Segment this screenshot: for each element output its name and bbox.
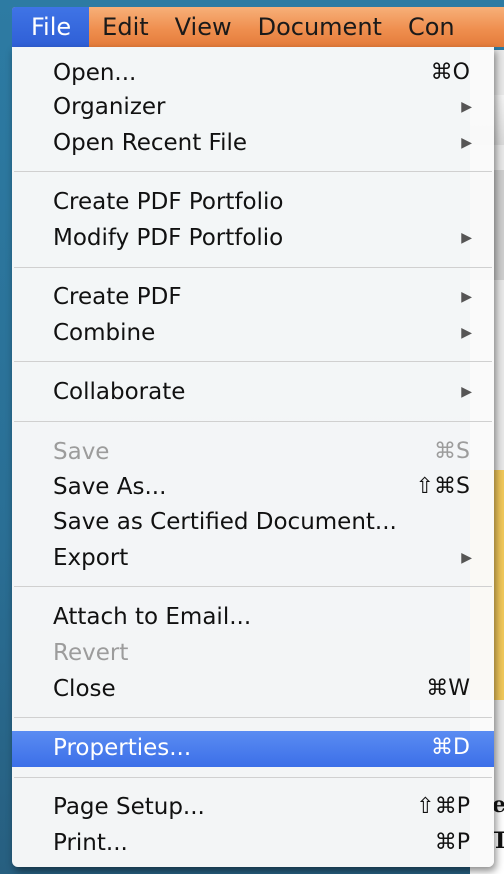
menu-item-save-as[interactable]: Save As... ⇧⌘S (12, 470, 494, 504)
menu-item-label: Attach to Email... (53, 604, 252, 630)
menu-item-label: Page Setup... (53, 794, 205, 820)
submenu-arrow-icon: ▶ (461, 289, 472, 305)
menu-item-label: Open... (53, 60, 137, 86)
shortcut-label: ⌘D (431, 735, 470, 760)
submenu-arrow-icon: ▶ (461, 384, 472, 400)
menu-item-modify-pdf-portfolio[interactable]: Modify PDF Portfolio ▶ (12, 221, 494, 255)
submenu-arrow-icon: ▶ (461, 230, 472, 246)
menu-item-print[interactable]: Print... ⌘P (12, 826, 494, 860)
menu-item-label: Revert (53, 640, 129, 666)
menu-item-open-recent-file[interactable]: Open Recent File ▶ (12, 126, 494, 160)
menu-document[interactable]: Document (245, 7, 395, 47)
submenu-arrow-icon: ▶ (461, 99, 472, 115)
shortcut-label: ⌘P (434, 830, 470, 855)
menu-edit[interactable]: Edit (89, 7, 161, 47)
file-menu-dropdown: Open... ⌘O Organizer ▶ Open Recent File … (12, 47, 494, 867)
menu-item-organizer[interactable]: Organizer ▶ (12, 90, 494, 124)
menu-item-save-as-certified[interactable]: Save as Certified Document... (12, 505, 494, 539)
menu-item-label: Combine (53, 320, 156, 346)
menu-item-page-setup[interactable]: Page Setup... ⇧⌘P (12, 790, 494, 824)
menu-bar: File Edit View Document Con (12, 7, 504, 47)
menu-item-combine[interactable]: Combine ▶ (12, 316, 494, 350)
menu-comments[interactable]: Con (395, 7, 468, 47)
menu-item-revert: Revert (12, 636, 494, 670)
menu-item-label: Collaborate (53, 379, 186, 405)
menu-item-close[interactable]: Close ⌘W (12, 672, 494, 706)
menu-item-label: Close (53, 676, 116, 702)
shortcut-label: ⌘O (430, 60, 470, 85)
menu-item-properties[interactable]: Properties... ⌘D (12, 731, 494, 767)
menu-item-attach-to-email[interactable]: Attach to Email... (12, 600, 494, 634)
menu-separator (14, 267, 492, 268)
submenu-arrow-icon: ▶ (461, 135, 472, 151)
menu-item-create-pdf-portfolio[interactable]: Create PDF Portfolio (12, 185, 494, 219)
menu-item-label: Save as Certified Document... (53, 509, 397, 535)
shortcut-label: ⌘S (434, 439, 470, 464)
menu-file[interactable]: File (12, 7, 90, 47)
menu-item-label: Save (53, 439, 110, 465)
menu-separator (14, 171, 492, 172)
menu-item-label: Save As... (53, 474, 167, 500)
menu-item-label: Export (53, 545, 129, 571)
menu-item-label: Organizer (53, 94, 166, 120)
menu-view[interactable]: View (162, 7, 245, 47)
menu-item-save: Save ⌘S (12, 435, 494, 469)
menu-item-label: Print... (53, 830, 128, 856)
menu-item-open[interactable]: Open... ⌘O (12, 56, 494, 90)
menu-item-label: Create PDF (53, 284, 182, 310)
menu-separator (14, 777, 492, 778)
menu-item-label: Modify PDF Portfolio (53, 225, 284, 251)
menu-item-label: Create PDF Portfolio (53, 189, 284, 215)
shortcut-label: ⌘W (426, 676, 470, 701)
shortcut-label: ⇧⌘S (415, 474, 470, 499)
menu-separator (14, 361, 492, 362)
submenu-arrow-icon: ▶ (461, 325, 472, 341)
submenu-arrow-icon: ▶ (461, 550, 472, 566)
menu-item-create-pdf[interactable]: Create PDF ▶ (12, 280, 494, 314)
menu-separator (14, 586, 492, 587)
menu-item-label: Open Recent File (53, 130, 248, 156)
shortcut-label: ⇧⌘P (416, 794, 470, 819)
menu-item-export[interactable]: Export ▶ (12, 541, 494, 575)
menu-item-label: Properties... (53, 735, 192, 761)
menu-separator (14, 421, 492, 422)
menu-item-collaborate[interactable]: Collaborate ▶ (12, 375, 494, 409)
menu-separator (14, 717, 492, 718)
